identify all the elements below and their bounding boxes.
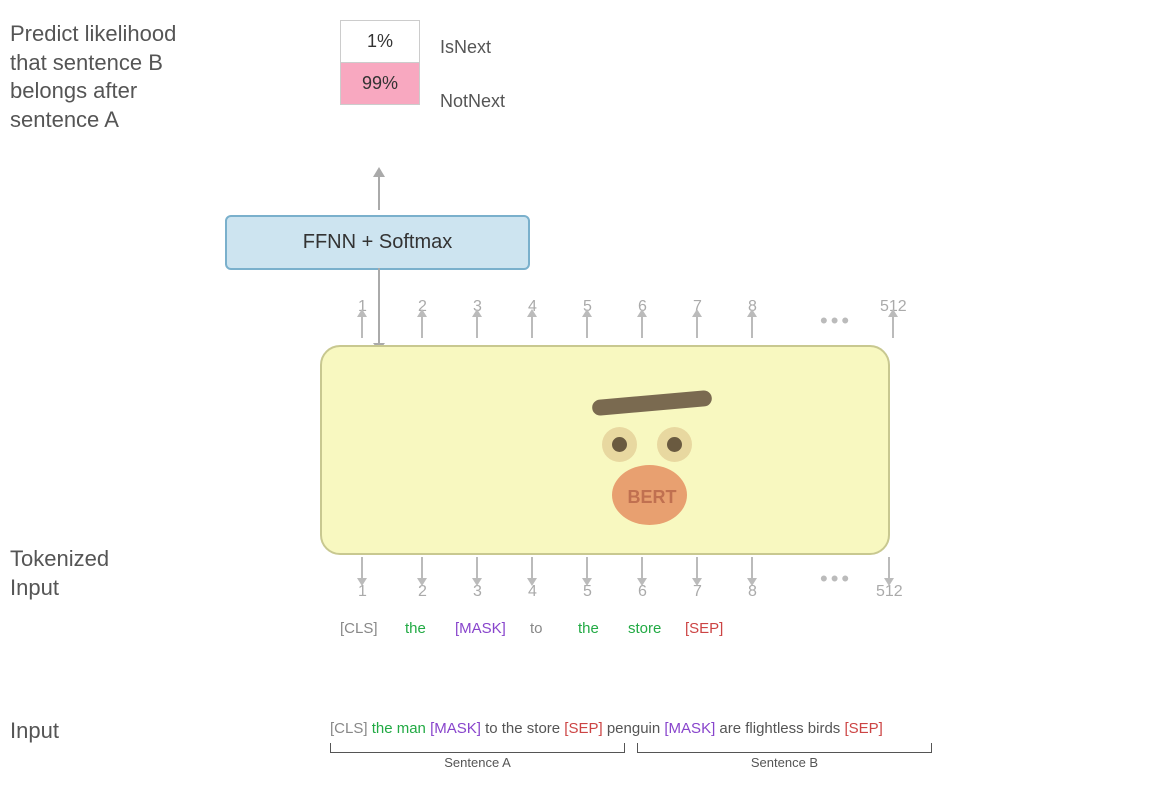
dots-below: •••: [820, 566, 852, 592]
sentence-a-bracket: Sentence A: [330, 743, 625, 770]
input-mask1: [MASK]: [430, 720, 485, 737]
input-sep1: [SEP]: [564, 720, 607, 737]
num-below-3: 3: [473, 557, 482, 601]
token-store: store: [628, 620, 661, 637]
isnext-pct: 1%: [367, 31, 393, 51]
input-the-man: the man: [372, 720, 430, 737]
num-above-8: 8: [748, 298, 757, 338]
sentence-b-label: Sentence B: [637, 755, 932, 770]
notnext-box: 99%: [340, 62, 420, 105]
num-above-5: 5: [583, 298, 592, 338]
right-pupil: [667, 437, 682, 452]
arrow-ffnn-to-output: [378, 175, 380, 210]
dots-above: •••: [820, 308, 852, 334]
num-above-7: 7: [693, 298, 702, 338]
num-above-2: 2: [418, 298, 427, 338]
sentence-a-label: Sentence A: [330, 755, 625, 770]
input-penguin: penguin: [607, 720, 665, 737]
token-cls: [CLS]: [340, 620, 378, 637]
input-are: are flightless birds: [719, 720, 844, 737]
left-pupil: [612, 437, 627, 452]
tokenized-label: TokenizedInput: [10, 545, 130, 602]
num-above-6: 6: [638, 298, 647, 338]
num-below-512: 512: [876, 557, 903, 601]
num-above-4: 4: [528, 298, 537, 338]
sentence-b-bracket: Sentence B: [637, 743, 932, 770]
input-sep2: [SEP]: [844, 720, 882, 737]
token-mask1: [MASK]: [455, 620, 506, 637]
num-below-6: 6: [638, 557, 647, 601]
bert-face: BERT: [582, 377, 722, 517]
input-to: to the store: [485, 720, 564, 737]
token-the2: the: [578, 620, 599, 637]
output-boxes: 1% 99%: [340, 20, 420, 105]
arrow-bert-to-ffnn: [378, 268, 380, 345]
notnext-label: NotNext: [430, 74, 505, 128]
bert-text: BERT: [582, 487, 722, 508]
num-below-2: 2: [418, 557, 427, 601]
ffnn-label: FFNN + Softmax: [303, 231, 452, 254]
input-cls: [CLS]: [330, 720, 372, 737]
diagram-container: Predict likelihood that sentence B belon…: [0, 0, 1165, 801]
num-below-7: 7: [693, 557, 702, 601]
num-below-8: 8: [748, 557, 757, 601]
num-above-1: 1: [358, 298, 367, 338]
eyes: [602, 427, 692, 462]
input-label: Input: [10, 718, 59, 744]
notnext-pct: 99%: [362, 73, 398, 93]
token-to: to: [530, 620, 543, 637]
input-sentence: [CLS] the man [MASK] to the store [SEP] …: [330, 720, 883, 737]
bert-box: BERT: [320, 345, 890, 555]
isnext-box: 1%: [340, 20, 420, 62]
num-above-3: 3: [473, 298, 482, 338]
right-eye: [657, 427, 692, 462]
token-the1: the: [405, 620, 426, 637]
num-above-512: 512: [880, 298, 907, 338]
num-below-1: 1: [358, 557, 367, 601]
ffnn-box: FFNN + Softmax: [225, 215, 530, 270]
input-mask2: [MASK]: [664, 720, 719, 737]
isnext-label: IsNext: [430, 20, 505, 74]
num-below-5: 5: [583, 557, 592, 601]
num-below-4: 4: [528, 557, 537, 601]
eyebrow: [592, 390, 713, 416]
predict-label: Predict likelihood that sentence B belon…: [10, 20, 180, 134]
left-eye: [602, 427, 637, 462]
token-sep: [SEP]: [685, 620, 723, 637]
output-labels: IsNext NotNext: [430, 20, 505, 128]
